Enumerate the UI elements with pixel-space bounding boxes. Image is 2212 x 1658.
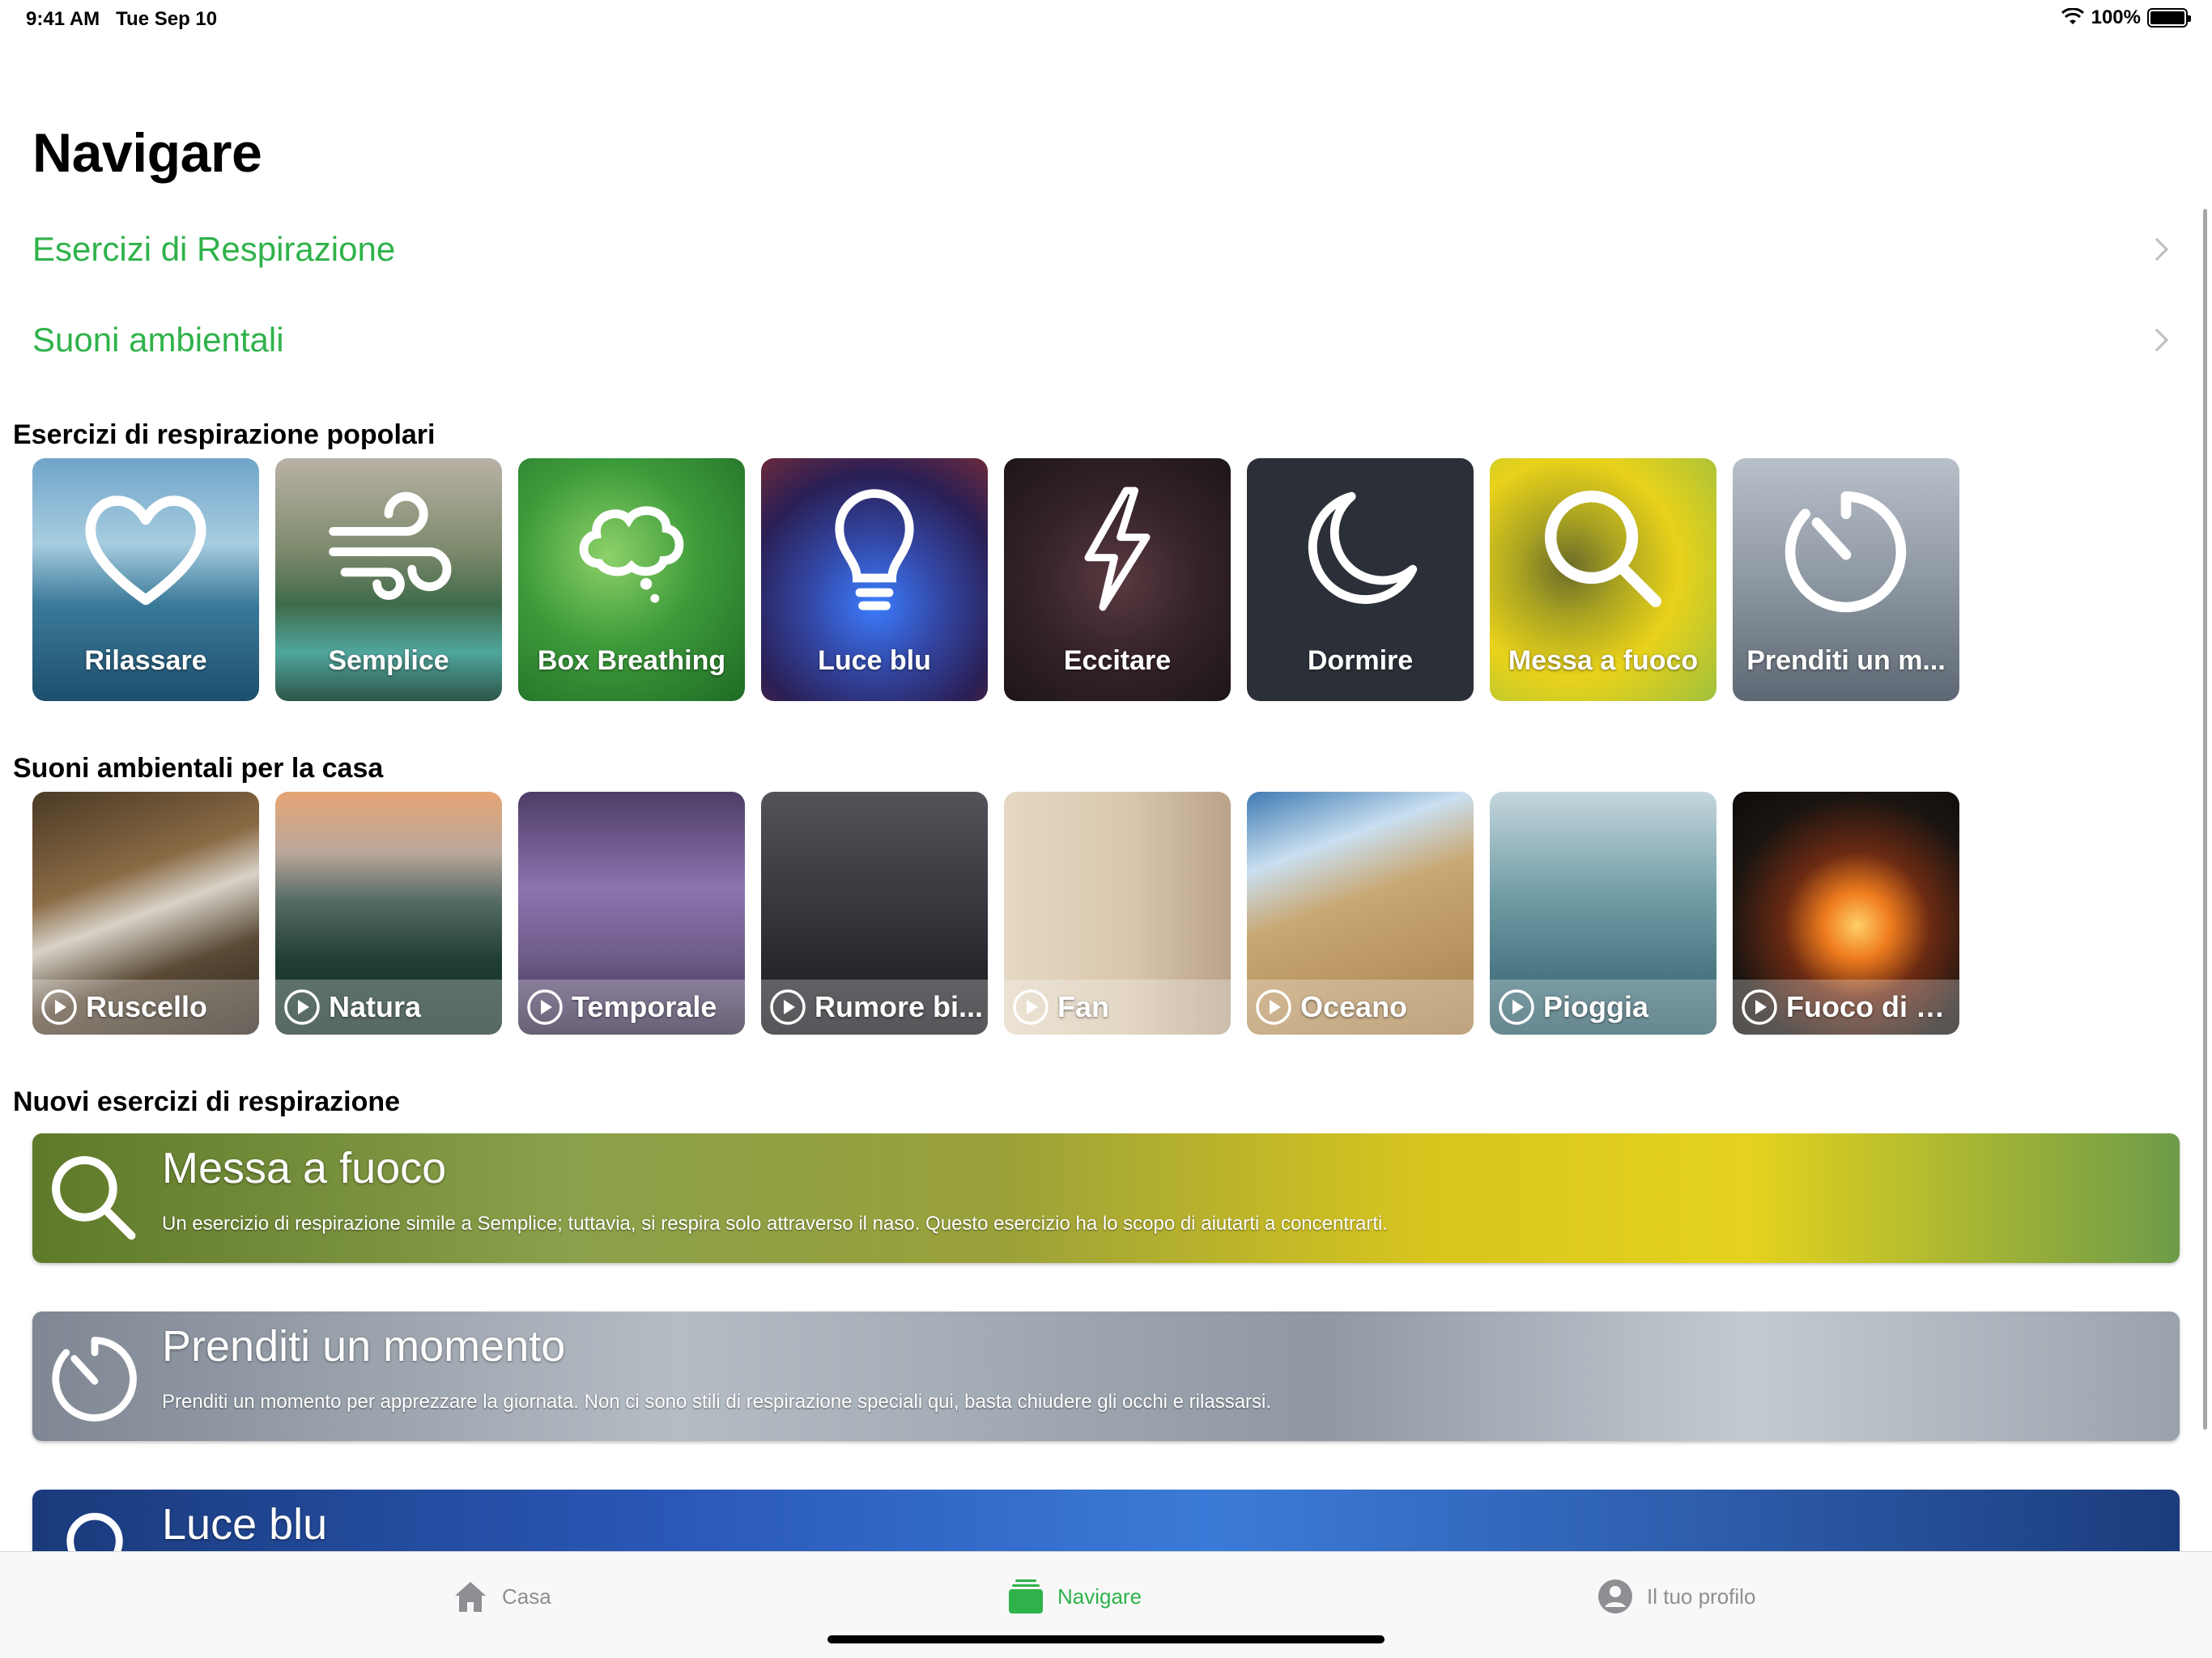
nav-row-breathing-exercises[interactable]: Esercizi di Respirazione [32,209,2180,290]
popular-breathing-strip: Rilassare Semplice Box Breathing Luce bl… [32,458,1959,701]
play-icon[interactable] [40,988,78,1026]
play-icon[interactable] [1012,988,1049,1026]
tile-label: Rilassare [84,645,207,676]
timer-icon [52,1337,137,1422]
banner-description: Un esercizio di respirazione simile a Se… [162,1213,1389,1235]
play-icon[interactable] [769,988,806,1026]
breathing-tile-relax[interactable]: Rilassare [32,458,259,701]
stack-icon [1009,1579,1043,1613]
nav-row-ambient-sounds[interactable]: Suoni ambientali [32,300,2180,380]
breathing-tile-focus[interactable]: Messa a fuoco [1490,458,1716,701]
heart-icon [85,495,206,606]
tile-label: Ruscello [86,990,208,1023]
scroll-indicator[interactable] [2203,209,2207,1430]
ambient-sounds-strip: Ruscello Natura Temporale Rumore bi... F… [32,792,1959,1035]
section-title-new: Nuovi esercizi di respirazione [13,1086,401,1117]
breathing-tile-box-breathing[interactable]: Box Breathing [518,458,745,701]
sound-tile-bar: Oceano [1247,980,1474,1035]
breathing-tile-blue-light[interactable]: Luce blu [761,458,988,701]
tab-label: Navigare [1057,1584,1142,1609]
page-title: Navigare [32,122,262,184]
sound-tile-nature[interactable]: Natura [275,792,502,1035]
banner-focus[interactable]: Messa a fuoco Un esercizio di respirazio… [32,1133,2180,1263]
chevron-right-icon [2145,237,2169,261]
sound-tile-bar: Temporale [518,980,745,1035]
magnifier-icon [52,1156,136,1240]
sound-tile-bar: Natura [275,980,502,1035]
tile-label: Prenditi un m... [1746,645,1946,676]
tile-label: Semplice [328,645,449,676]
play-icon[interactable] [1255,988,1292,1026]
status-time: 9:41 AM Tue Sep 10 [26,8,218,30]
section-title-popular: Esercizi di respirazione popolari [13,419,436,450]
play-icon[interactable] [526,988,564,1026]
section-title-sounds: Suoni ambientali per la casa [13,753,384,784]
tile-label: Box Breathing [537,645,726,676]
tile-label: Natura [329,990,422,1023]
battery-icon [2147,8,2191,28]
breathing-tile-simple[interactable]: Semplice [275,458,502,701]
breathing-tile-sleep[interactable]: Dormire [1247,458,1474,701]
play-icon[interactable] [1498,988,1535,1026]
tab-label: Casa [502,1584,551,1609]
lightning-icon [1084,487,1151,611]
house-icon [455,1582,486,1612]
play-icon[interactable] [1741,988,1778,1026]
sound-tile-bar: Ruscello [32,980,259,1035]
banner-title: Luce blu [162,1500,328,1549]
nav-row-label: Esercizi di Respirazione [32,230,396,268]
sound-tile-bar: Rumore bi... [761,980,988,1035]
person-circle-icon [1598,1579,1632,1613]
sound-tile-bar: Pioggia [1490,980,1716,1035]
sound-tile-rain[interactable]: Pioggia [1490,792,1716,1035]
tab-home[interactable]: Casa [450,1576,551,1617]
nav-row-label: Suoni ambientali [32,321,284,359]
banner-title: Prenditi un momento [162,1322,566,1371]
moon-icon [1308,491,1418,604]
wifi-icon [2061,8,2084,24]
sound-tile-creek[interactable]: Ruscello [32,792,259,1035]
banner-description: Prenditi un momento per apprezzare la gi… [162,1391,1272,1413]
wind-icon [329,491,452,600]
breathing-tile-excite[interactable]: Eccitare [1004,458,1231,701]
sound-tile-ocean[interactable]: Oceano [1247,792,1474,1035]
sound-tile-bar: Fan [1004,980,1231,1035]
sound-tile-campfire[interactable]: Fuoco di Bi... [1733,792,1959,1035]
tile-label: Pioggia [1543,990,1649,1023]
tile-label: Fan [1057,990,1110,1023]
thought-bubble-icon [579,506,684,603]
tile-label: Luce blu [818,645,931,676]
tile-label: Temporale [572,990,717,1023]
tile-label: Rumore bi... [815,990,984,1023]
chevron-right-icon [2145,328,2169,352]
play-icon[interactable] [283,988,321,1026]
tile-label: Eccitare [1063,645,1172,676]
sound-tile-thunderstorm[interactable]: Temporale [518,792,745,1035]
battery-percent: 100% [2091,6,2141,28]
lightbulb-icon [835,489,914,610]
sound-tile-bar: Fuoco di Bi... [1733,980,1959,1035]
tile-label: Dormire [1307,645,1414,676]
tile-label: Fuoco di Bi... [1786,990,1959,1023]
timer-icon [1784,491,1907,613]
sound-tile-white-noise[interactable]: Rumore bi... [761,792,988,1035]
banner-title: Messa a fuoco [162,1144,447,1192]
status-bar: 9:41 AM Tue Sep 10 100% [0,0,2212,39]
status-indicators: 100% [2061,6,2191,29]
tab-profile[interactable]: Il tuo profilo [1595,1576,1755,1617]
home-indicator[interactable] [827,1635,1385,1643]
tab-label: Il tuo profilo [1647,1584,1756,1609]
breathing-tile-take-a-moment[interactable]: Prenditi un m... [1733,458,1959,701]
tile-label: Oceano [1300,990,1408,1023]
magnifier-icon [1545,491,1661,607]
tab-browse[interactable]: Navigare [1006,1576,1142,1617]
banner-take-a-moment[interactable]: Prenditi un momento Prenditi un momento … [32,1312,2180,1441]
tile-label: Messa a fuoco [1508,645,1699,676]
sound-tile-fan[interactable]: Fan [1004,792,1231,1035]
